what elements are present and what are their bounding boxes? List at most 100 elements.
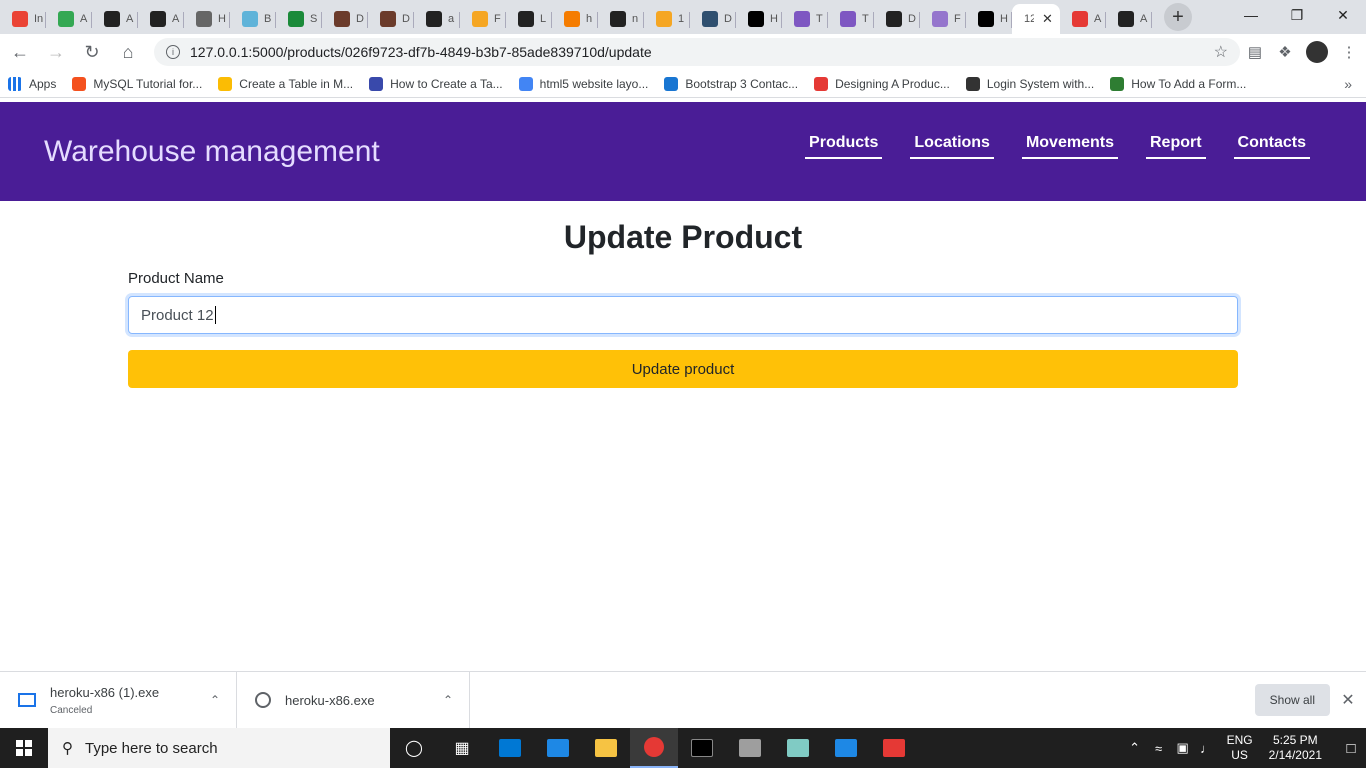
taskbar-clock[interactable]: 5:25 PM 2/14/2021 (1269, 733, 1322, 763)
tab-title: h (586, 13, 593, 25)
tab-title: D (908, 13, 916, 25)
bookmark-star-icon[interactable]: ☆ (1214, 42, 1228, 62)
analytics-extension-icon[interactable]: ▤ (1240, 37, 1270, 67)
browser-tab[interactable]: a (414, 4, 460, 34)
taskbar-search-box[interactable]: ⚲ Type here to search (48, 728, 390, 768)
bookmark-favicon-icon (664, 76, 679, 91)
chevron-up-icon[interactable]: ⌃ (443, 693, 453, 707)
browser-tab[interactable]: A (92, 4, 138, 34)
windows-logo-icon (16, 740, 32, 756)
browser-tab[interactable]: A (46, 4, 92, 34)
tab-title: A (1094, 13, 1102, 25)
bookmark-item[interactable]: Bootstrap 3 Contac... (656, 76, 806, 91)
browser-tab[interactable]: H (184, 4, 230, 34)
browser-tab[interactable]: H (736, 4, 782, 34)
browser-tab[interactable]: In (0, 4, 46, 34)
update-product-button[interactable]: Update product (128, 350, 1238, 388)
download-item[interactable]: heroku-x86.exe ⌃ (237, 671, 470, 729)
search-icon: ⚲ (62, 740, 73, 757)
home-icon[interactable]: ⌂ (112, 36, 144, 68)
bookmark-item[interactable]: How to Create a Ta... (361, 76, 511, 91)
tab-title: D (402, 13, 410, 25)
browser-tab[interactable]: h (552, 4, 598, 34)
brand-title[interactable]: Warehouse management (44, 135, 380, 169)
file-explorer-icon[interactable] (582, 728, 630, 768)
apps-shortcut[interactable]: Apps (0, 76, 64, 91)
bookmark-favicon-icon (72, 76, 87, 91)
address-bar[interactable]: i 127.0.0.1:5000/products/026f9723-df7b-… (154, 38, 1240, 66)
reload-icon[interactable]: ↻ (76, 36, 108, 68)
window-controls: — ❐ ✕ (1228, 0, 1366, 30)
browser-tab[interactable]: A (138, 4, 184, 34)
volume-icon[interactable]: ♩ (1195, 741, 1219, 756)
bookmarks-overflow-icon[interactable]: » (1344, 76, 1352, 92)
show-all-button[interactable]: Show all (1254, 684, 1330, 716)
browser-tab[interactable]: D (368, 4, 414, 34)
bookmark-favicon-icon (965, 76, 980, 91)
tab-title: H (1000, 13, 1008, 25)
browser-tab[interactable]: T (782, 4, 828, 34)
back-icon[interactable]: ← (4, 36, 36, 68)
extensions-puzzle-icon[interactable]: ❖ (1270, 37, 1300, 67)
start-button[interactable] (0, 728, 48, 768)
tab-favicon-icon (656, 11, 672, 27)
bookmark-item[interactable]: html5 website layo... (511, 76, 657, 91)
nav-link-contacts[interactable]: Contacts (1233, 134, 1310, 159)
mail-icon[interactable] (534, 728, 582, 768)
browser-tab[interactable]: B (230, 4, 276, 34)
forward-icon[interactable]: → (40, 36, 72, 68)
git-app-icon[interactable] (870, 728, 918, 768)
profile-avatar[interactable] (1306, 41, 1328, 63)
product-name-input[interactable]: Product 12 (128, 296, 1238, 334)
browser-tab[interactable]: F (920, 4, 966, 34)
close-shelf-icon[interactable]: ✕ (1330, 690, 1366, 710)
clock-time: 5:25 PM (1272, 733, 1318, 747)
notification-icon[interactable]: □ (1336, 740, 1366, 757)
close-window-icon[interactable]: ✕ (1320, 0, 1366, 30)
terminal-icon[interactable] (678, 728, 726, 768)
browser-tab[interactable]: A (1060, 4, 1106, 34)
nav-link-products[interactable]: Products (805, 134, 883, 159)
browser-menu-icon[interactable]: ⋮ (1334, 37, 1364, 67)
browser-tab[interactable]: F (460, 4, 506, 34)
bookmark-item[interactable]: Login System with... (958, 76, 1102, 91)
minimize-icon[interactable]: — (1228, 0, 1274, 30)
browser-tab[interactable]: A (1106, 4, 1152, 34)
store-icon[interactable] (486, 728, 534, 768)
display-icon[interactable]: ▣ (1171, 740, 1195, 756)
bookmark-item[interactable]: MySQL Tutorial for... (64, 76, 210, 91)
new-tab-button[interactable]: + (1164, 3, 1192, 31)
notes-app-icon[interactable] (774, 728, 822, 768)
download-item[interactable]: heroku-x86 (1).exe Canceled ⌃ (0, 671, 237, 729)
browser-tab[interactable]: n (598, 4, 644, 34)
tab-favicon-icon (978, 11, 994, 27)
bookmark-item[interactable]: Designing A Produc... (806, 76, 958, 91)
browser-tab[interactable]: H (966, 4, 1012, 34)
browser-tab[interactable]: 1 (644, 4, 690, 34)
language-indicator[interactable]: ENG US (1227, 733, 1253, 763)
nav-link-report[interactable]: Report (1145, 134, 1206, 159)
bookmark-item[interactable]: How To Add a Form... (1102, 76, 1254, 91)
site-info-icon[interactable]: i (166, 45, 180, 59)
browser-tab[interactable]: 12 ✕ (1012, 4, 1060, 34)
tray-expand-icon[interactable]: ⌃ (1123, 740, 1147, 756)
tab-title: 12 (1024, 13, 1034, 25)
cortana-icon[interactable]: ◯ (390, 728, 438, 768)
browser-tab[interactable]: D (874, 4, 920, 34)
browser-tab[interactable]: L (506, 4, 552, 34)
close-tab-icon[interactable]: ✕ (1042, 11, 1053, 27)
browser-tab[interactable]: T (828, 4, 874, 34)
nav-link-locations[interactable]: Locations (910, 134, 994, 159)
database-icon[interactable] (726, 728, 774, 768)
nav-link-movements[interactable]: Movements (1021, 134, 1118, 159)
bookmark-item[interactable]: Create a Table in M... (210, 76, 361, 91)
vscode-icon[interactable] (822, 728, 870, 768)
chrome-icon[interactable] (630, 728, 678, 768)
browser-tab[interactable]: S (276, 4, 322, 34)
task-view-icon[interactable]: ▦ (438, 728, 486, 768)
network-icon[interactable]: ≈ (1147, 741, 1171, 756)
chevron-up-icon[interactable]: ⌃ (210, 693, 220, 707)
restore-icon[interactable]: ❐ (1274, 0, 1320, 30)
browser-tab[interactable]: D (322, 4, 368, 34)
browser-tab[interactable]: D (690, 4, 736, 34)
